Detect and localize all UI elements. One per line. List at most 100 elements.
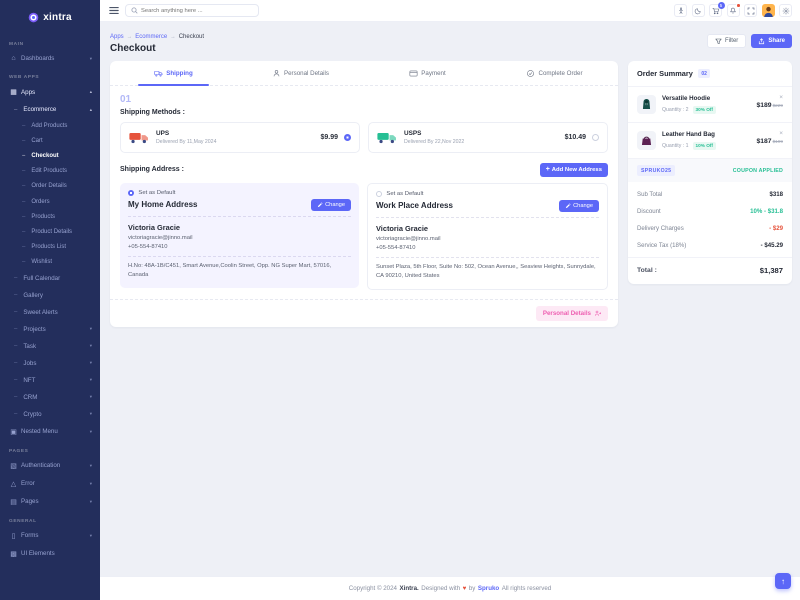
- recipient-name: Victoria Gracie: [128, 223, 351, 232]
- share-label: Share: [768, 38, 785, 44]
- add-new-address-button[interactable]: + Add New Address: [540, 163, 608, 177]
- item-label: Orders: [31, 199, 49, 205]
- sidebar-item-gallery[interactable]: Gallery: [8, 287, 93, 304]
- item-quantity: Quantity : 2: [662, 107, 689, 113]
- topbar-icons: 5: [674, 4, 792, 17]
- sidebar-item-ecommerce[interactable]: Ecommerce▴: [8, 101, 93, 118]
- tab-shipping[interactable]: Shipping: [110, 61, 237, 85]
- shipping-method-ups[interactable]: UPS Delivered By 11,May 2024 $9.99: [120, 122, 360, 153]
- delivery-truck-icon: [129, 131, 150, 144]
- remove-item-icon[interactable]: ×: [779, 95, 783, 100]
- cart-button[interactable]: 5: [709, 4, 722, 17]
- nav-section-pages: PAGES: [9, 449, 92, 454]
- coupon-code-chip[interactable]: SPRUKO25: [637, 165, 675, 176]
- method-price: $10.49: [565, 134, 586, 141]
- row-label: Service Tax (18%): [637, 242, 686, 249]
- footer-by: by: [469, 585, 476, 592]
- search-input[interactable]: [141, 8, 253, 14]
- sidebar-item-wishlist[interactable]: Wishlist: [8, 255, 93, 270]
- sidebar-item-ui-elements[interactable]: ▩UI Elements: [8, 545, 93, 563]
- sidebar-item-edit-products[interactable]: Edit Products: [8, 164, 93, 179]
- sidebar-item-products[interactable]: Products: [8, 209, 93, 224]
- change-address-button[interactable]: Change: [559, 200, 599, 212]
- sidebar-item-order-details[interactable]: Order Details: [8, 179, 93, 194]
- sidebar-item-task[interactable]: Task▾: [8, 338, 93, 355]
- person-arrow-icon: [594, 310, 601, 317]
- sidebar-nav: MAIN ⌂Dashboards▾ WEB APPS ▦Apps▴ Ecomme…: [0, 34, 100, 600]
- default-radio[interactable]: [376, 191, 382, 197]
- sidebar-item-error[interactable]: △Error▾: [8, 475, 93, 493]
- method-info: UPS Delivered By 11,May 2024: [156, 130, 216, 145]
- page-header-left: Apps → Ecommerce → Checkout Checkout: [110, 34, 204, 54]
- scroll-to-top-button[interactable]: ↑: [775, 573, 791, 589]
- delivery-charges-row: Delivery Charges- $29: [637, 220, 783, 237]
- sidebar-item-products-list[interactable]: Products List: [8, 240, 93, 255]
- item-label: Product Details: [31, 229, 72, 235]
- default-radio-selected[interactable]: [128, 190, 134, 196]
- filter-button[interactable]: Filter: [707, 34, 746, 48]
- rights-text: All rights reserved: [502, 585, 552, 592]
- settings-button[interactable]: [779, 4, 792, 17]
- item-label: Cart: [31, 138, 42, 144]
- dark-mode-button[interactable]: [692, 4, 705, 17]
- notifications-button[interactable]: [727, 4, 740, 17]
- sidebar-item-sweet-alerts[interactable]: Sweet Alerts: [8, 304, 93, 321]
- sidebar-item-projects[interactable]: Projects▾: [8, 321, 93, 338]
- sidebar-item-nft[interactable]: NFT▾: [8, 372, 93, 389]
- sidebar-item-jobs[interactable]: Jobs▾: [8, 355, 93, 372]
- shipping-method-usps[interactable]: USPS Delivered By 22,Nov 2022 $10.49: [368, 122, 608, 153]
- set-default-label: Set as Default: [386, 191, 423, 197]
- tab-label: Payment: [421, 70, 445, 77]
- sidebar-item-crypto[interactable]: Crypto▾: [8, 406, 93, 423]
- summary-item-handbag: Leather Hand Bag Quantity : 1 10% Off × …: [628, 123, 792, 159]
- nav-section-main: MAIN: [9, 42, 92, 47]
- sidebar-item-authentication[interactable]: ▧Authentication▾: [8, 457, 93, 475]
- sidebar-item-dashboards[interactable]: ⌂Dashboards▾: [8, 50, 93, 67]
- chevron-down-icon: ▾: [90, 411, 92, 417]
- shipping-address-header: Shipping Address : + Add New Address: [120, 163, 608, 177]
- breadcrumb-ecommerce[interactable]: Ecommerce: [135, 34, 167, 40]
- method-radio-selected[interactable]: [344, 134, 351, 141]
- footer-brand[interactable]: Xintra.: [400, 585, 419, 592]
- designed-with: Designed with: [421, 585, 460, 592]
- sidebar-item-cart[interactable]: Cart: [8, 133, 93, 148]
- breadcrumb-apps[interactable]: Apps: [110, 34, 124, 40]
- check-circle-icon: [526, 69, 535, 78]
- user-avatar[interactable]: [762, 4, 775, 17]
- sidebar-item-apps[interactable]: ▦Apps▴: [8, 83, 93, 101]
- sidebar-item-product-details[interactable]: Product Details: [8, 224, 93, 239]
- home-icon: ⌂: [9, 55, 18, 62]
- item-label: Order Details: [31, 183, 66, 189]
- address-card-work[interactable]: Set as Default Work Place Address Change: [367, 183, 608, 290]
- sidebar-item-add-products[interactable]: Add Products: [8, 118, 93, 133]
- next-step-button[interactable]: Personal Details: [536, 306, 608, 321]
- remove-item-icon[interactable]: ×: [779, 131, 783, 136]
- row-value: 10% - $31.8: [750, 208, 783, 215]
- change-address-button[interactable]: Change: [311, 199, 351, 211]
- logo-text: xintra: [43, 12, 71, 23]
- set-default-label: Set as Default: [138, 190, 175, 196]
- hamburger-menu-icon[interactable]: [109, 6, 119, 15]
- filter-icon: [715, 38, 722, 45]
- sidebar-item-nested-menu[interactable]: ▣Nested Menu▾: [8, 423, 93, 441]
- footer-author[interactable]: Spruko: [478, 585, 499, 592]
- tab-complete-order[interactable]: Complete Order: [491, 61, 618, 85]
- pencil-icon: [565, 203, 571, 209]
- share-button[interactable]: Share: [751, 34, 792, 48]
- tab-personal-details[interactable]: Personal Details: [237, 61, 364, 85]
- tab-payment[interactable]: Payment: [364, 61, 491, 85]
- method-radio[interactable]: [592, 134, 599, 141]
- row-label: Discount: [637, 208, 661, 215]
- sidebar: xintra MAIN ⌂Dashboards▾ WEB APPS ▦Apps▴…: [0, 0, 100, 600]
- sidebar-item-crm[interactable]: CRM▾: [8, 389, 93, 406]
- fullscreen-button[interactable]: [744, 4, 757, 17]
- sidebar-item-checkout[interactable]: Checkout: [8, 148, 93, 163]
- sidebar-item-full-calendar[interactable]: Full Calendar: [8, 270, 93, 287]
- app-logo[interactable]: xintra: [0, 0, 100, 34]
- address-card-home[interactable]: Set as Default My Home Address Change: [120, 183, 359, 288]
- row-value: - $45.29: [761, 242, 783, 249]
- sidebar-item-pages[interactable]: ▤Pages▾: [8, 493, 93, 511]
- sidebar-item-forms[interactable]: ▯Forms▾: [8, 527, 93, 545]
- sidebar-item-orders[interactable]: Orders: [8, 194, 93, 209]
- language-button[interactable]: [674, 4, 687, 17]
